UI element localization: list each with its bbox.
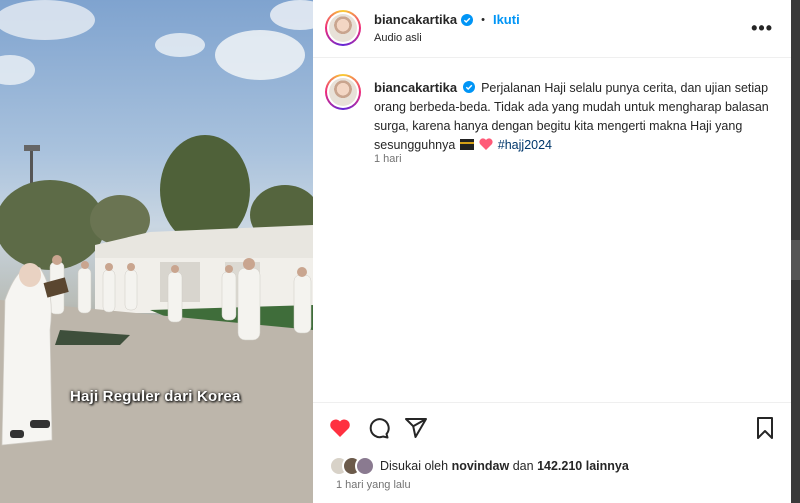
likes-connector: dan	[512, 459, 534, 473]
video-frame	[0, 0, 313, 503]
post-details-panel: biancakartika • Ikuti Audio asli ••• bia…	[313, 0, 791, 503]
kaaba-emoji-icon	[459, 139, 474, 150]
verified-badge-icon	[462, 81, 475, 93]
hashtag-link[interactable]: #hajj2024	[498, 138, 552, 152]
post-actions: Disukai oleh novindaw dan 142.210 lainny…	[313, 402, 791, 503]
caption-timestamp: 1 hari	[374, 153, 402, 165]
post-video[interactable]: Haji Reguler dari Korea	[0, 0, 313, 503]
heart-emoji-icon	[479, 138, 493, 150]
post-header: biancakartika • Ikuti Audio asli •••	[313, 0, 791, 58]
separator-dot: •	[481, 13, 485, 26]
more-options-icon[interactable]: •••	[751, 18, 773, 39]
likes-prefix: Disukai oleh	[380, 459, 449, 473]
share-icon[interactable]	[404, 416, 428, 440]
author-avatar[interactable]	[325, 10, 361, 46]
caption-username[interactable]: biancakartika	[374, 80, 457, 95]
post-timestamp: 1 hari yang lalu	[336, 479, 411, 491]
likes-summary: Disukai oleh novindaw dan 142.210 lainny…	[329, 456, 629, 476]
likes-count[interactable]: 142.210 lainnya	[537, 459, 629, 473]
caption-author-avatar[interactable]	[325, 74, 361, 110]
audio-link[interactable]: Audio asli	[374, 32, 422, 44]
background-strip	[791, 0, 800, 503]
follow-button[interactable]: Ikuti	[493, 12, 520, 27]
verified-badge-icon	[461, 13, 474, 26]
heart-filled-icon[interactable]	[328, 416, 352, 440]
comment-icon[interactable]	[366, 416, 390, 440]
liker-username[interactable]: novindaw	[452, 459, 510, 473]
bookmark-icon[interactable]	[753, 416, 777, 440]
video-overlay-caption: Haji Reguler dari Korea	[70, 388, 241, 405]
liker-avatars[interactable]	[329, 456, 375, 476]
author-username[interactable]: biancakartika	[374, 12, 457, 27]
author-row: biancakartika • Ikuti	[374, 12, 520, 27]
caption-text: biancakartika Perjalanan Haji selalu pun…	[374, 78, 774, 155]
